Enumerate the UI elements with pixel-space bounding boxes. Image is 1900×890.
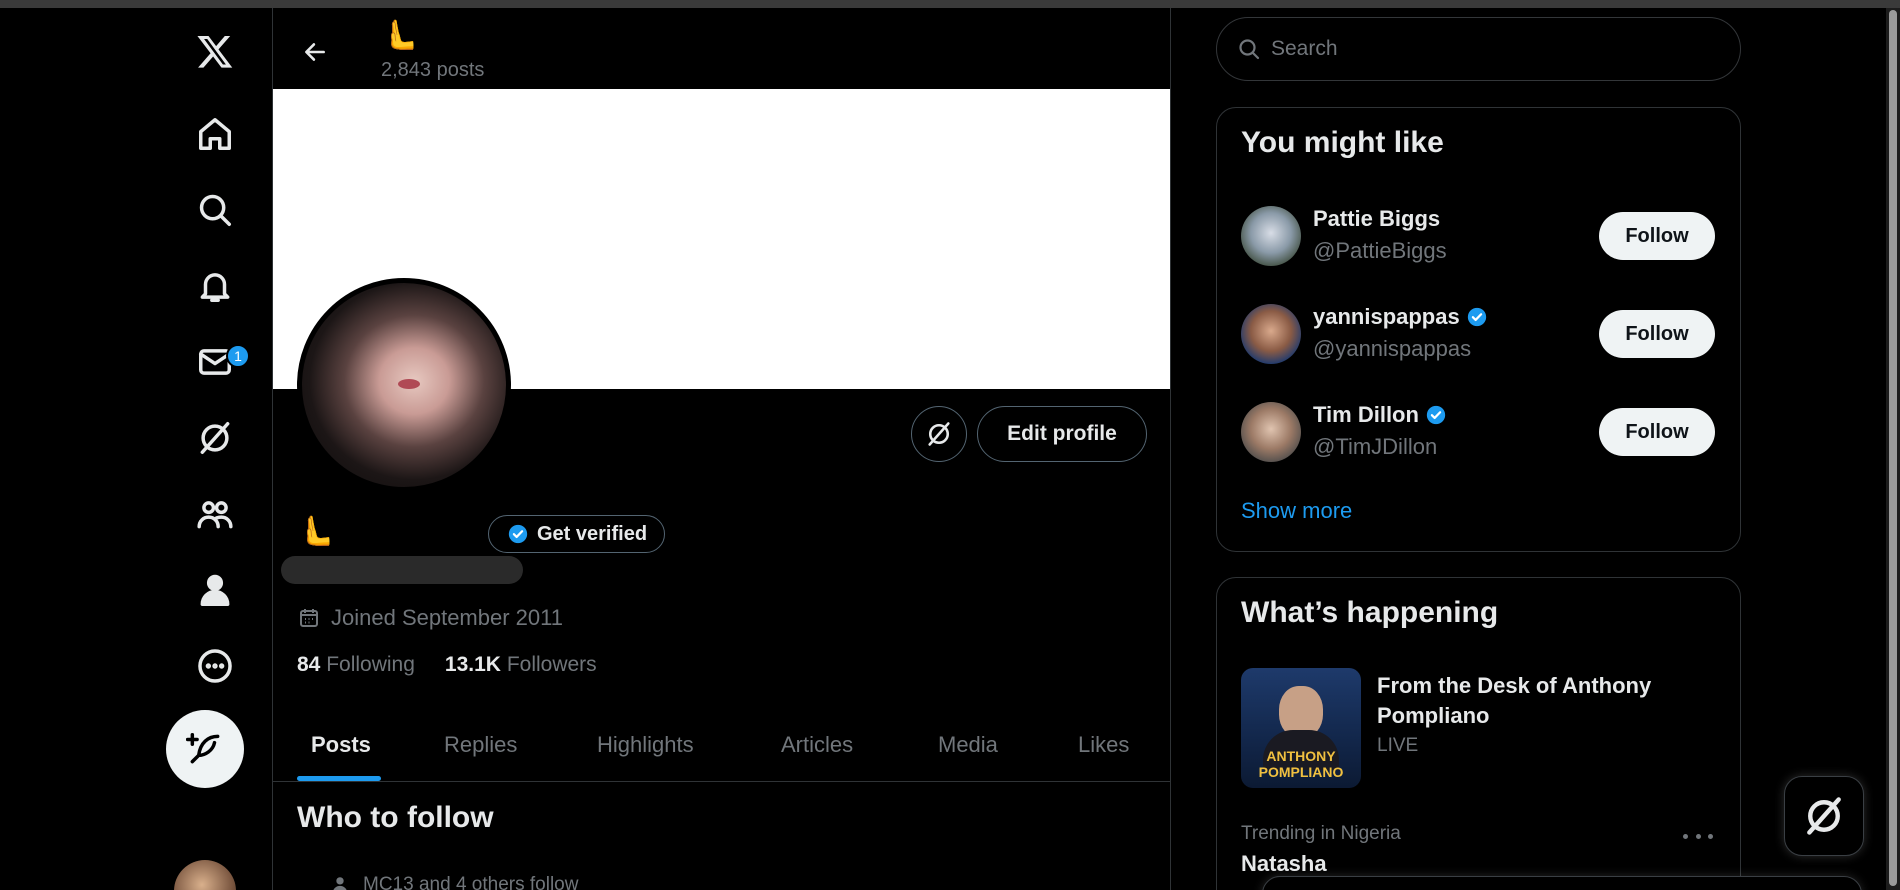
thumbnail-text: ANTHONY POMPLIANO [1258,748,1344,780]
messages-badge: 1 [226,344,250,368]
show-more-link[interactable]: Show more [1241,498,1352,524]
whats-happening-title: What’s happening [1241,596,1499,629]
live-event-title[interactable]: From the Desk of Anthony Pompliano [1377,671,1707,731]
back-button[interactable] [293,30,337,74]
header-display-name: 🫷 [381,19,419,52]
tab-posts[interactable]: Posts [311,708,371,782]
page-scrollbar[interactable] [1886,8,1900,890]
you-might-like-title: You might like [1241,126,1444,159]
get-verified-label: Get verified [537,522,648,545]
grok-icon[interactable] [180,403,250,473]
user-handle: @yannispappas [1313,336,1472,361]
user-name[interactable]: yannispappas [1313,304,1488,330]
user-name[interactable]: Tim Dillon [1313,402,1447,428]
user-name[interactable]: Pattie Biggs [1313,206,1440,232]
active-tab-indicator [297,776,381,781]
grok-floating-button[interactable] [1784,776,1864,856]
person-icon [333,877,347,890]
follow-button[interactable]: Follow [1599,408,1715,456]
trend-more-icon[interactable] [1683,826,1713,846]
calendar-icon [300,609,318,627]
compose-post-button[interactable] [166,710,244,788]
search-input[interactable] [1271,37,1711,61]
user-name-text: Pattie Biggs [1313,206,1441,231]
profile-header: 🫷 2,843 posts [273,8,1170,89]
profile-display-name: 🫷 [297,515,335,548]
header-post-count: 2,843 posts [381,59,485,81]
tab-highlights[interactable]: Highlights [597,708,694,782]
verified-badge-icon [508,524,528,544]
tab-articles[interactable]: Articles [781,708,853,782]
user-name-text: Tim Dillon [1313,402,1419,427]
tab-likes[interactable]: Likes [1078,708,1129,782]
user-handle: @TimJDillon [1313,434,1438,459]
x-logo[interactable] [180,16,250,86]
trend-name[interactable]: Natasha [1241,851,1327,877]
search-icon [1239,39,1260,60]
user-name-text: yannispappas [1313,304,1460,329]
follow-stats: 84 Following 13.1K Followers [297,653,597,677]
verified-badge-icon [1467,307,1486,327]
following-label: Following [326,653,415,676]
following-count: 84 [297,653,321,676]
verified-badge-icon [1426,405,1446,425]
browser-top-edge [0,0,1900,8]
profile-column: 🫷 2,843 posts Edit profile 🫷 Get verifie… [272,8,1171,890]
suggested-user[interactable]: Pattie Biggs @PattieBiggs Follow [1217,190,1740,288]
live-status: LIVE [1377,735,1419,756]
who-to-follow-social-context: MC13 and 4 others follow [329,874,578,890]
avatar[interactable] [1241,402,1301,462]
joined-date: Joined September 2011 [297,605,563,631]
followers-link[interactable]: 13.1K Followers [445,653,597,677]
profile-avatar[interactable] [297,278,511,492]
who-to-follow-title: Who to follow [297,801,494,834]
avatar[interactable] [1241,206,1301,266]
profile-handle-redacted [281,556,523,584]
get-verified-button[interactable]: Get verified [488,515,666,553]
whats-happening-card: What’s happening ANTHONY POMPLIANO From … [1216,577,1741,890]
suggested-user[interactable]: yannispappas @yannispappas Follow [1217,288,1740,386]
profile-tabs: Posts Replies Highlights Articles Media … [273,708,1170,782]
live-event-thumbnail[interactable]: ANTHONY POMPLIANO [1241,668,1361,788]
more-icon[interactable] [180,631,250,701]
followers-label: Followers [506,653,597,676]
profile-icon[interactable] [180,555,250,625]
scrollbar-thumb[interactable] [1889,10,1897,886]
tab-replies[interactable]: Replies [444,708,517,782]
you-might-like-card: You might like Pattie Biggs @PattieBiggs… [1216,107,1741,552]
communities-icon[interactable] [180,479,250,549]
messages-drawer[interactable] [1262,876,1862,890]
avatar[interactable] [1241,304,1301,364]
user-handle: @PattieBiggs [1313,238,1447,263]
notifications-icon[interactable] [180,251,250,321]
home-icon[interactable] [180,99,250,169]
joined-text: Joined September 2011 [331,605,563,630]
grok-icon [1807,797,1841,835]
tab-media[interactable]: Media [938,708,998,782]
follow-button[interactable]: Follow [1599,310,1715,358]
suggested-user[interactable]: Tim Dillon @TimJDillon Follow [1217,386,1740,484]
follow-button[interactable]: Follow [1599,212,1715,260]
social-context-text: MC13 and 4 others follow [363,874,579,890]
following-link[interactable]: 84 Following [297,653,415,677]
grok-profile-button[interactable] [911,406,967,462]
edit-profile-button[interactable]: Edit profile [977,406,1147,462]
trend-context: Trending in Nigeria [1241,823,1401,844]
messages-icon[interactable]: 1 [180,327,250,397]
search-box[interactable] [1216,17,1741,81]
explore-icon[interactable] [180,175,250,245]
followers-count: 13.1K [444,653,501,676]
